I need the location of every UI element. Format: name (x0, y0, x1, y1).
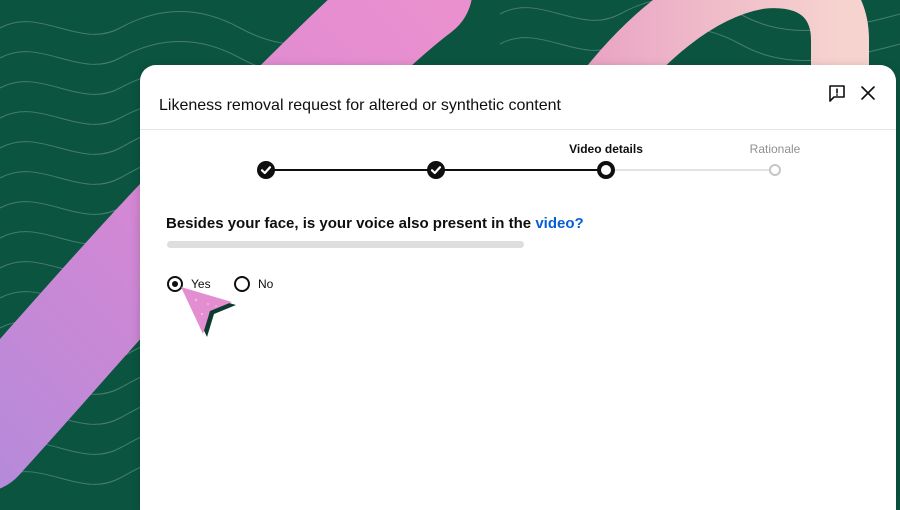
question-prompt: Besides your face, is your voice also pr… (166, 215, 536, 232)
removal-request-dialog: Likeness removal request for altered or … (140, 65, 896, 510)
step-label-rationale: Rationale (749, 142, 801, 156)
progress-stepper: Video details Rationale (140, 137, 896, 187)
loading-placeholder-bar (167, 241, 524, 248)
step-1-complete (257, 161, 275, 179)
feedback-icon (829, 85, 845, 102)
close-icon (861, 86, 875, 100)
video-link[interactable]: video? (535, 215, 583, 232)
stepper-line-pending (606, 169, 775, 171)
close-button[interactable] (857, 82, 879, 104)
question-text: Besides your face, is your voice also pr… (166, 215, 584, 232)
step-3-current (597, 161, 615, 179)
step-label-video-details: Video details (569, 142, 643, 156)
radio-option-no[interactable]: No (234, 275, 273, 293)
check-icon (260, 166, 272, 175)
dialog-title: Likeness removal request for altered or … (159, 97, 561, 114)
pointer-cursor-icon (181, 287, 236, 337)
step-4-pending (769, 164, 781, 176)
radio-label-no: No (258, 277, 274, 291)
feedback-button[interactable] (826, 82, 848, 104)
step-2-complete (427, 161, 445, 179)
dialog-header: Likeness removal request for altered or … (140, 65, 896, 130)
check-icon (430, 166, 442, 175)
